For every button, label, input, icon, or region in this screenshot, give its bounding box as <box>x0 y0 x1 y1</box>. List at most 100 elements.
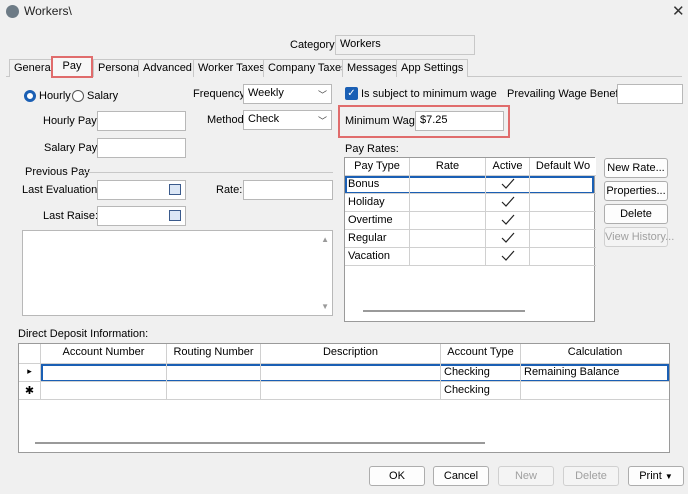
account-number-cell[interactable] <box>41 364 167 382</box>
active-cell[interactable] <box>486 248 530 266</box>
view-history-button[interactable]: View History... <box>604 227 674 247</box>
prevailing-wage-label: Prevailing Wage Benefit: <box>507 88 628 100</box>
hourly-radio[interactable] <box>24 90 36 102</box>
checkmark-icon <box>501 214 514 225</box>
rate-input[interactable] <box>243 180 333 200</box>
pay-type-cell[interactable]: Regular <box>345 230 410 248</box>
dd-header-indicator <box>19 344 41 364</box>
rate-cell[interactable] <box>410 194 486 212</box>
calculation-cell[interactable]: Remaining Balance <box>521 364 669 382</box>
routing-number-cell[interactable] <box>167 382 261 400</box>
direct-deposit-title: Direct Deposit Information: <box>18 328 149 340</box>
previous-pay-title: Previous Pay <box>25 166 90 178</box>
calendar-icon[interactable] <box>169 210 181 221</box>
pay-rates-grid[interactable]: Pay Type Rate Active Default Wo Bonus Ho… <box>344 157 596 322</box>
ok-button[interactable]: OK <box>369 466 425 486</box>
active-cell[interactable] <box>486 176 530 194</box>
salary-label: Salary <box>87 90 119 102</box>
minimum-wage-label: Minimum Wage: <box>345 115 425 127</box>
rate-cell[interactable] <box>410 212 486 230</box>
app-icon <box>6 5 19 18</box>
description-cell[interactable] <box>261 364 441 382</box>
previous-pay-divider <box>83 172 333 173</box>
horizontal-scrollbar[interactable] <box>363 310 525 312</box>
dd-header-description[interactable]: Description <box>261 344 441 364</box>
dd-header-routing-number[interactable]: Routing Number <box>167 344 261 364</box>
dropdown-arrow-icon: ▼ <box>664 472 673 481</box>
dd-header-account-number[interactable]: Account Number <box>41 344 167 364</box>
default-cell[interactable] <box>530 194 596 212</box>
new-rate-button[interactable]: New Rate... <box>604 158 668 178</box>
pay-type-cell[interactable]: Overtime <box>345 212 410 230</box>
dd-header-account-type[interactable]: Account Type <box>441 344 521 364</box>
dd-header-calculation[interactable]: Calculation <box>521 344 669 364</box>
delete-rate-button[interactable]: Delete <box>604 204 668 224</box>
pay-rates-header-rate[interactable]: Rate <box>410 158 486 176</box>
pay-type-cell[interactable]: Vacation <box>345 248 410 266</box>
direct-deposit-grid[interactable]: Account Number Routing Number Descriptio… <box>18 343 670 453</box>
default-cell[interactable] <box>530 230 596 248</box>
pay-type-cell[interactable]: Bonus <box>345 176 410 194</box>
active-cell[interactable] <box>486 194 530 212</box>
cancel-button[interactable]: Cancel <box>433 466 489 486</box>
default-cell[interactable] <box>530 248 596 266</box>
prevailing-wage-input[interactable] <box>617 84 683 104</box>
pay-rates-header-pay-type[interactable]: Pay Type <box>345 158 410 176</box>
hourly-pay-label: Hourly Pay: <box>43 115 100 127</box>
method-value: Check <box>248 113 280 125</box>
tab-worker-taxes[interactable]: Worker Taxes <box>193 59 270 77</box>
frequency-value: Weekly <box>248 87 284 99</box>
tab-app-settings[interactable]: App Settings <box>396 59 469 77</box>
checkmark-icon <box>501 196 514 207</box>
scroll-down-icon[interactable]: ▼ <box>321 302 329 311</box>
salary-radio[interactable] <box>72 90 84 102</box>
properties-button[interactable]: Properties... <box>604 181 668 201</box>
routing-number-cell[interactable] <box>167 364 261 382</box>
frequency-dropdown[interactable]: Weekly ﹀ <box>243 84 332 104</box>
active-cell[interactable] <box>486 212 530 230</box>
description-cell[interactable] <box>261 382 441 400</box>
pay-type-cell[interactable]: Holiday <box>345 194 410 212</box>
checkmark-icon <box>501 232 514 243</box>
rate-cell[interactable] <box>410 248 486 266</box>
checkmark-icon <box>501 250 514 261</box>
account-type-cell[interactable]: Checking <box>441 382 521 400</box>
minimum-wage-input[interactable]: $7.25 <box>415 111 504 131</box>
tab-company-taxes[interactable]: Company Taxes <box>263 59 352 77</box>
new-button[interactable]: New <box>498 466 554 486</box>
salary-pay-label: Salary Pay: <box>44 142 101 154</box>
horizontal-scrollbar[interactable] <box>35 442 485 444</box>
title-bar <box>0 0 688 24</box>
salary-pay-input[interactable] <box>97 138 186 158</box>
window-title: Workers\ <box>24 4 72 18</box>
tab-messages[interactable]: Messages <box>342 59 403 77</box>
notes-textarea[interactable]: ▲ ▼ <box>22 230 333 316</box>
chevron-down-icon: ﹀ <box>317 116 327 126</box>
pay-rates-title: Pay Rates: <box>345 143 399 155</box>
frequency-label: Frequency: <box>193 88 249 100</box>
close-icon[interactable]: ✕ <box>672 2 685 20</box>
tab-advanced[interactable]: Advanced <box>138 59 197 77</box>
calendar-icon[interactable] <box>169 184 181 195</box>
method-dropdown[interactable]: Check ﹀ <box>243 110 332 130</box>
calculation-cell[interactable] <box>521 382 669 400</box>
pay-rates-header-active[interactable]: Active <box>486 158 530 176</box>
last-raise-input[interactable] <box>97 206 186 226</box>
min-wage-checkbox[interactable]: ✓ <box>345 87 358 100</box>
tab-pay[interactable]: Pay <box>51 56 93 78</box>
default-cell[interactable] <box>530 176 596 194</box>
rate-cell[interactable] <box>410 176 486 194</box>
scroll-up-icon[interactable]: ▲ <box>321 235 329 244</box>
delete-button[interactable]: Delete <box>563 466 619 486</box>
hourly-pay-input[interactable] <box>97 111 186 131</box>
category-label: Category: <box>290 39 338 51</box>
default-cell[interactable] <box>530 212 596 230</box>
print-button[interactable]: Print ▼ <box>628 466 684 486</box>
last-evaluation-input[interactable] <box>97 180 186 200</box>
account-type-cell[interactable]: Checking <box>441 364 521 382</box>
method-label: Method: <box>207 114 247 126</box>
rate-cell[interactable] <box>410 230 486 248</box>
pay-rates-header-default[interactable]: Default Wo <box>530 158 596 176</box>
active-cell[interactable] <box>486 230 530 248</box>
account-number-cell[interactable] <box>41 382 167 400</box>
